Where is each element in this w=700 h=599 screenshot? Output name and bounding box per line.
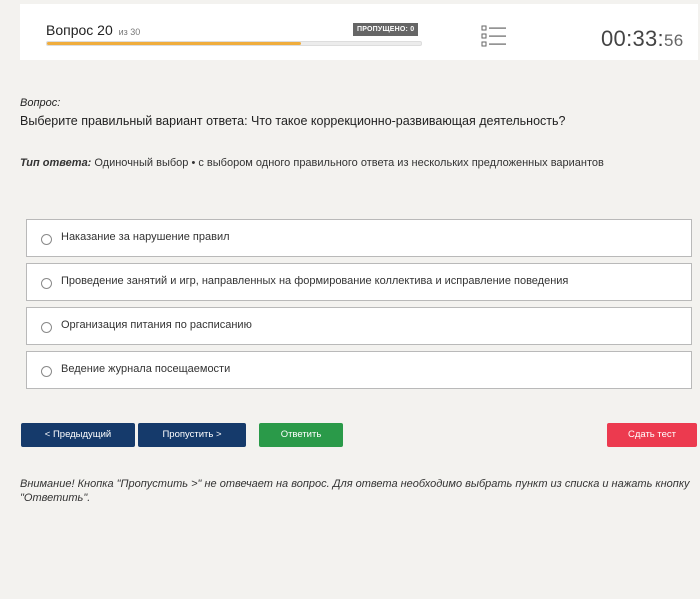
question-text: Выберите правильный вариант ответа: Что … — [20, 114, 566, 128]
skip-button[interactable]: Пропустить > — [138, 423, 246, 447]
progress-fill — [47, 42, 302, 45]
radio-button[interactable] — [41, 366, 52, 377]
option-label: Проведение занятий и игр, направленных н… — [61, 275, 569, 287]
quiz-header: Вопрос 20 из 30 ПРОПУЩЕНО: 0 00:33:56 — [20, 4, 698, 60]
radio-button[interactable] — [41, 278, 52, 289]
submit-test-button[interactable]: Сдать тест — [607, 423, 697, 447]
answer-option[interactable]: Ведение журнала посещаемости — [26, 351, 692, 389]
question-number: Вопрос 20 — [46, 22, 113, 38]
answer-option[interactable]: Проведение занятий и игр, направленных н… — [26, 263, 692, 301]
timer-main: 00:33: — [601, 26, 664, 51]
option-label: Ведение журнала посещаемости — [61, 363, 231, 375]
radio-button[interactable] — [41, 234, 52, 245]
timer-seconds: 56 — [663, 31, 684, 50]
answer-type-label: Тип ответа: — [20, 157, 92, 169]
question-counter: Вопрос 20 из 30 — [46, 22, 140, 38]
radio-button[interactable] — [41, 322, 52, 333]
timer: 00:33:56 — [601, 26, 683, 52]
previous-button[interactable]: < Предыдущий — [21, 423, 135, 447]
list-icon[interactable] — [481, 25, 507, 47]
answer-type: Тип ответа: Одиночный выбор • с выбором о… — [20, 157, 604, 169]
answer-option[interactable]: Наказание за нарушение правил — [26, 219, 692, 257]
answer-type-value: Одиночный выбор • с выбором одного прави… — [94, 157, 604, 169]
question-total: из 30 — [118, 27, 141, 37]
answer-button[interactable]: Ответить — [259, 423, 343, 447]
progress-bar — [46, 41, 422, 46]
answer-option[interactable]: Организация питания по расписанию — [26, 307, 692, 345]
option-label: Наказание за нарушение правил — [61, 231, 230, 243]
skipped-badge: ПРОПУЩЕНО: 0 — [353, 23, 419, 36]
question-label: Вопрос: — [20, 97, 61, 109]
option-label: Организация питания по расписанию — [61, 319, 252, 331]
notice-text: Внимание! Кнопка "Пропустить >" не отвеч… — [20, 478, 690, 504]
